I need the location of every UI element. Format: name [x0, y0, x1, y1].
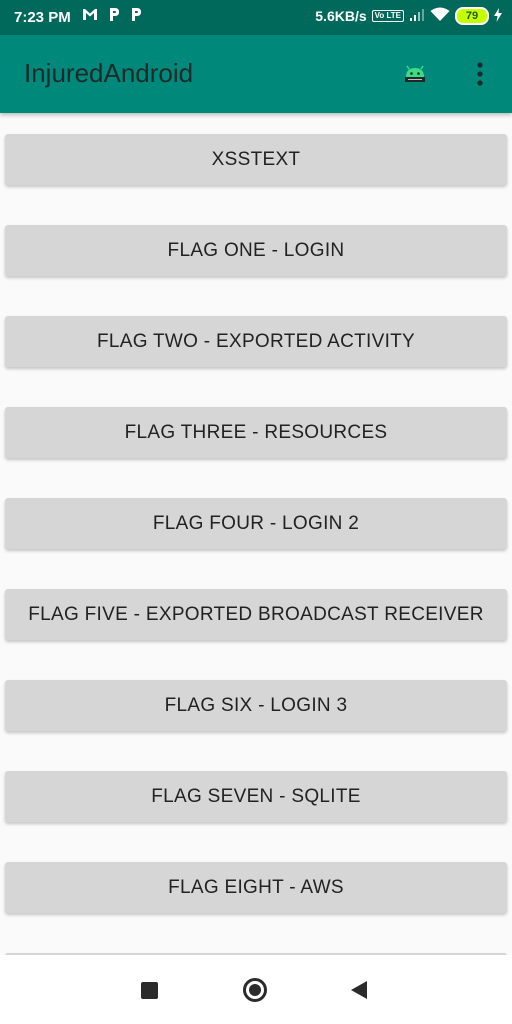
flag-list[interactable]: XSSTEXT FLAG ONE - LOGIN FLAG TWO - EXPO… [0, 113, 512, 955]
volte-badge: Vo LTE [371, 10, 404, 22]
signal-icon [409, 8, 425, 24]
flag-three-button[interactable]: FLAG THREE - RESOURCES [5, 407, 507, 458]
notification-icons [82, 7, 142, 26]
status-bar: 7:23 PM 5.6KB/s Vo LTE 79 [0, 0, 512, 35]
flag-four-button[interactable]: FLAG FOUR - LOGIN 2 [5, 498, 507, 549]
paytm-icon [108, 7, 120, 26]
xsstext-button[interactable]: XSSTEXT [5, 134, 507, 185]
battery-indicator: 79 [455, 7, 489, 25]
system-nav-bar [0, 955, 512, 1024]
paytm-icon [130, 7, 142, 26]
flag-two-button[interactable]: FLAG TWO - EXPORTED ACTIVITY [5, 316, 507, 367]
gmail-icon [82, 8, 98, 25]
wifi-icon [430, 7, 450, 25]
app-bar: InjuredAndroid [0, 35, 512, 113]
home-icon[interactable] [243, 978, 267, 1002]
charging-icon [494, 7, 502, 25]
flag-six-button[interactable]: FLAG SIX - LOGIN 3 [5, 680, 507, 731]
more-vert-icon[interactable] [470, 61, 490, 87]
flag-one-button[interactable]: FLAG ONE - LOGIN [5, 225, 507, 276]
status-time: 7:23 PM [14, 9, 71, 26]
recents-icon[interactable] [141, 982, 158, 999]
network-speed: 5.6KB/s [315, 8, 367, 24]
flag-five-button[interactable]: FLAG FIVE - EXPORTED BROADCAST RECEIVER [5, 589, 507, 640]
flag-eight-button[interactable]: FLAG EIGHT - AWS [5, 862, 507, 913]
back-icon[interactable] [351, 981, 367, 999]
android-icon[interactable] [403, 65, 427, 83]
status-right-group: 5.6KB/s Vo LTE 79 [315, 7, 502, 25]
app-title: InjuredAndroid [24, 58, 194, 88]
flag-seven-button[interactable]: FLAG SEVEN - SQLITE [5, 771, 507, 822]
